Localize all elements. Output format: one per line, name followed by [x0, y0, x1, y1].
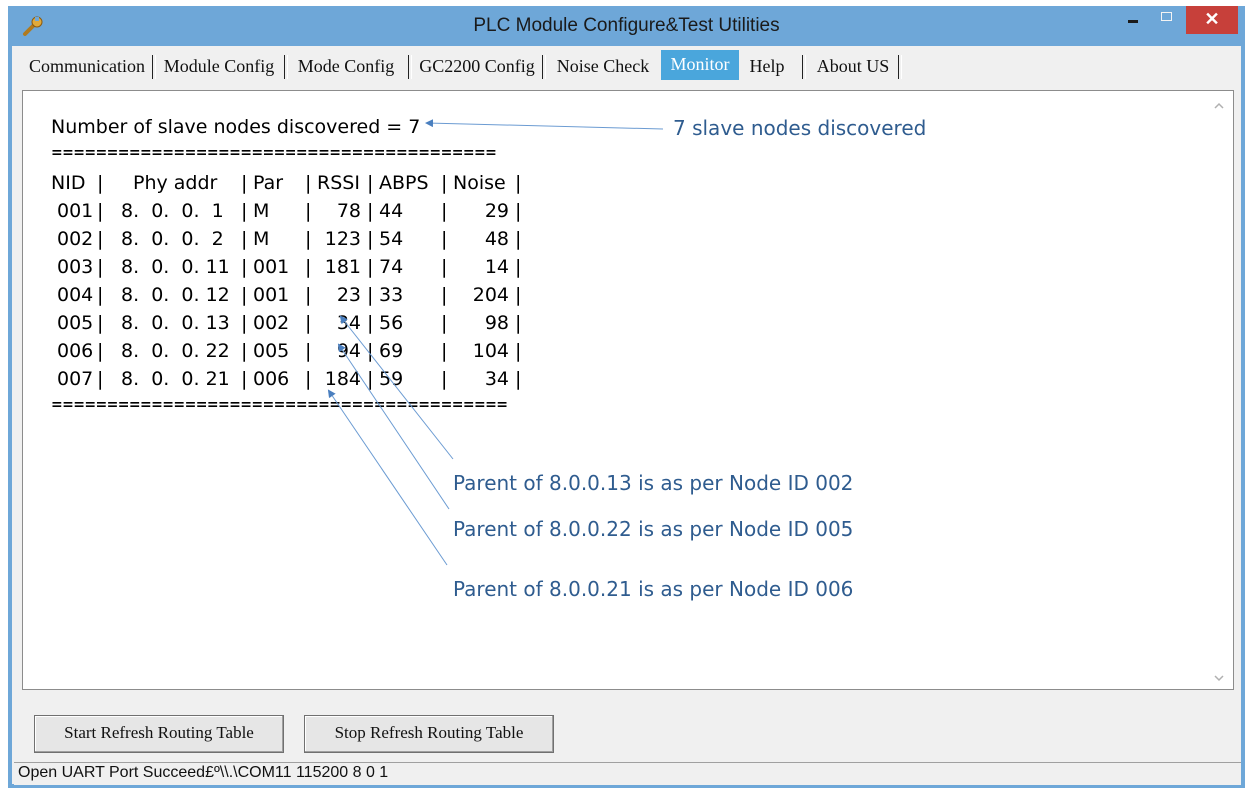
minimize-button[interactable]: [1116, 6, 1150, 34]
arrow-discovered: [425, 119, 664, 130]
tab-gc2200-config[interactable]: GC2200 Config: [414, 52, 540, 80]
tab-separator: [408, 55, 412, 79]
close-button[interactable]: ✕: [1186, 6, 1238, 34]
arrow-parent-13: [339, 315, 454, 460]
tab-separator: [284, 55, 288, 79]
tab-module-config[interactable]: Module Config: [158, 52, 280, 80]
tab-communication[interactable]: Communication: [24, 52, 150, 80]
arrow-parent-21: [327, 389, 448, 566]
arrow-parent-22: [337, 343, 450, 510]
maximize-button[interactable]: [1150, 6, 1184, 34]
status-bar: Open UART Port Succeed£º\\.\COM11 115200…: [14, 762, 1241, 785]
stop-refresh-button[interactable]: Stop Refresh Routing Table: [304, 715, 554, 753]
monitor-output-panel[interactable]: Number of slave nodes discovered = 7 ===…: [22, 90, 1234, 690]
tab-mode-config[interactable]: Mode Config: [290, 52, 402, 80]
app-window: PLC Module Configure&Test Utilities ✕ Co…: [8, 6, 1245, 788]
tab-separator: [152, 55, 156, 79]
tab-noise-check[interactable]: Noise Check: [548, 52, 658, 80]
tab-separator: [802, 55, 806, 79]
tab-separator: [898, 55, 902, 79]
close-icon: ✕: [1204, 9, 1220, 29]
title-bar[interactable]: PLC Module Configure&Test Utilities ✕: [8, 6, 1245, 46]
tab-monitor[interactable]: Monitor: [661, 50, 739, 80]
client-area: Communication Module Config Mode Config …: [12, 46, 1241, 785]
start-refresh-button[interactable]: Start Refresh Routing Table: [34, 715, 284, 753]
tab-about-us[interactable]: About US: [810, 52, 896, 80]
window-title: PLC Module Configure&Test Utilities: [473, 15, 780, 36]
tab-strip: Communication Module Config Mode Config …: [12, 50, 1241, 82]
tab-help[interactable]: Help: [742, 52, 792, 80]
status-text: Open UART Port Succeed£º\\.\COM11 115200…: [18, 764, 389, 781]
tab-separator: [542, 55, 546, 79]
annotation-arrows: [327, 119, 664, 566]
